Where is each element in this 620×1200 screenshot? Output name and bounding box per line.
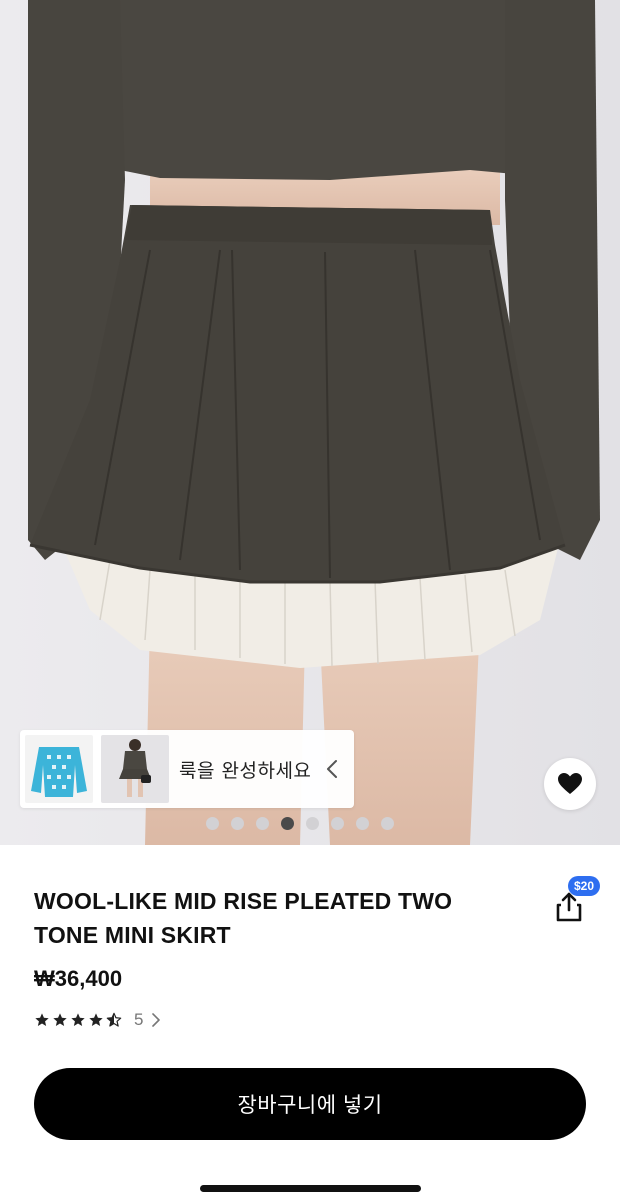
- pagination-dot[interactable]: [306, 817, 319, 830]
- home-indicator: [200, 1185, 421, 1192]
- review-count: 5: [134, 1010, 144, 1029]
- share-reward-badge: $20: [568, 876, 601, 896]
- complete-the-look-card[interactable]: 룩을 완성하세요: [20, 730, 354, 808]
- share-button[interactable]: $20: [550, 876, 606, 924]
- look-thumbnail-sweater[interactable]: [25, 735, 93, 803]
- product-image[interactable]: [0, 0, 620, 845]
- pagination-dot-active[interactable]: [281, 817, 294, 830]
- wishlist-button[interactable]: [544, 758, 596, 810]
- pagination-dot[interactable]: [206, 817, 219, 830]
- pagination-dot[interactable]: [256, 817, 269, 830]
- pagination-dot[interactable]: [356, 817, 369, 830]
- pagination-dot[interactable]: [231, 817, 244, 830]
- pagination-dot[interactable]: [331, 817, 344, 830]
- product-title: WOOL-LIKE MID RISE PLEATED TWO TONE MINI…: [34, 888, 453, 948]
- pagination-dot[interactable]: [381, 817, 394, 830]
- chevron-left-icon[interactable]: [325, 758, 339, 780]
- gallery-pagination: [206, 817, 394, 830]
- star-half-icon: [106, 1012, 122, 1027]
- product-photo: [0, 0, 620, 845]
- star-icon: [89, 1013, 103, 1026]
- product-price: ₩36,400: [34, 966, 123, 991]
- star-icon: [35, 1013, 49, 1026]
- rating-summary[interactable]: 5: [34, 1010, 161, 1030]
- complete-the-look-label: 룩을 완성하세요: [179, 759, 312, 782]
- chevron-right-icon: [152, 1013, 161, 1027]
- add-to-cart-button[interactable]: 장바구니에 넣기: [34, 1068, 586, 1140]
- star-icon: [53, 1013, 67, 1026]
- heart-icon: [558, 773, 582, 794]
- star-icon: [71, 1013, 85, 1026]
- look-thumbnail-outfit[interactable]: [101, 735, 169, 803]
